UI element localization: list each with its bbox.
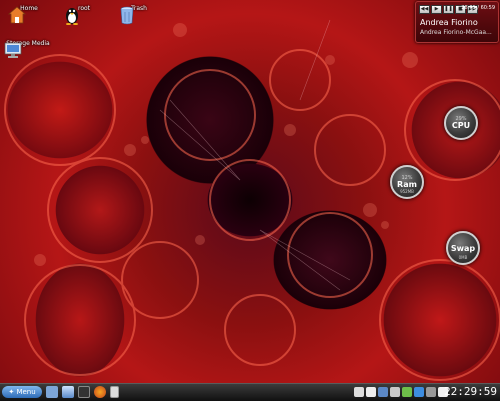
swap-gauge: Swap 0MB bbox=[446, 231, 480, 265]
tray-clipboard-icon[interactable] bbox=[390, 387, 400, 397]
ram-label: Ram bbox=[397, 180, 417, 189]
desktop-wallpaper: Home root Trash Storage Media ◀◀ ▶ ❚❚ ■ … bbox=[0, 0, 500, 383]
show-desktop-icon[interactable] bbox=[46, 386, 58, 398]
ram-detail: 952MB bbox=[400, 189, 414, 194]
desktop-icon-root[interactable]: root bbox=[62, 5, 106, 25]
taskbar: ✦ Menu 22:29:59 bbox=[0, 383, 500, 401]
tray-volume-icon[interactable] bbox=[366, 387, 376, 397]
menu-star-icon: ✦ bbox=[8, 388, 15, 396]
media-track: Andrea Fiorino-McGaa... bbox=[420, 29, 492, 36]
swap-label: Swap bbox=[450, 244, 476, 253]
media-player-widget: ◀◀ ▶ ❚❚ ■ ▶▶ 28:01 / 60:59 Andrea Fiorin… bbox=[415, 1, 499, 43]
ram-gauge: 12% Ram 952MB bbox=[390, 165, 424, 199]
swap-detail: 0MB bbox=[458, 255, 468, 260]
tray-chat-icon[interactable] bbox=[402, 387, 412, 397]
media-time: 28:01 / 60:59 bbox=[461, 5, 495, 11]
browser-icon[interactable] bbox=[94, 386, 106, 398]
media-artist: Andrea Fiorino bbox=[420, 18, 478, 27]
play-icon[interactable]: ▶ bbox=[431, 5, 442, 14]
menu-button[interactable]: ✦ Menu bbox=[2, 386, 42, 398]
wallpaper-fractal bbox=[4, 19, 500, 381]
desktop-icon-storage-media[interactable]: Storage Media bbox=[3, 40, 53, 58]
tux-icon bbox=[66, 8, 78, 25]
desktop-icon-home[interactable]: Home bbox=[7, 5, 51, 24]
cpu-label: CPU bbox=[451, 121, 471, 130]
tray-network-icon[interactable] bbox=[354, 387, 364, 397]
file-manager-icon[interactable] bbox=[62, 386, 74, 398]
home-icon bbox=[7, 6, 27, 24]
pager-icon[interactable] bbox=[110, 386, 119, 398]
pause-icon[interactable]: ❚❚ bbox=[443, 5, 454, 14]
tray-app-icon[interactable] bbox=[378, 387, 388, 397]
tray-printer-icon[interactable] bbox=[426, 387, 436, 397]
clock[interactable]: 22:29:59 bbox=[444, 385, 497, 398]
menu-button-label: Menu bbox=[16, 388, 36, 396]
cpu-gauge: 29% CPU bbox=[444, 106, 478, 140]
previous-icon[interactable]: ◀◀ bbox=[419, 5, 430, 14]
trash-icon bbox=[120, 6, 134, 25]
computer-icon bbox=[4, 42, 22, 58]
terminal-icon[interactable] bbox=[78, 386, 90, 398]
desktop-icon-trash[interactable]: Trash bbox=[117, 5, 161, 25]
tray-update-icon[interactable] bbox=[414, 387, 424, 397]
